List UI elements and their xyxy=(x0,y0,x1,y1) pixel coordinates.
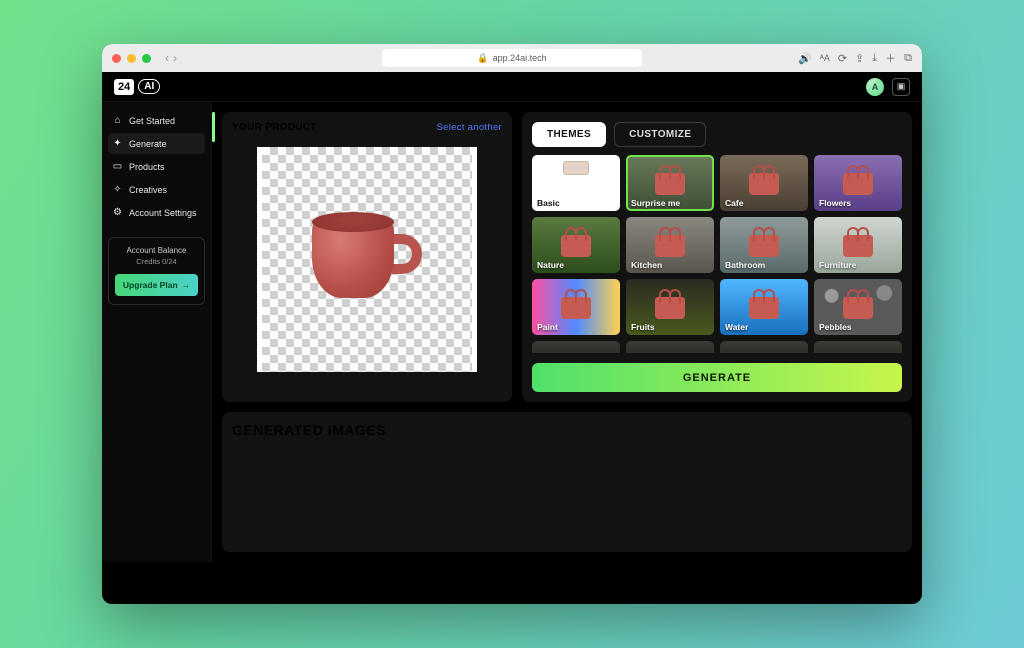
theme-label: Flowers xyxy=(814,195,856,211)
gear-icon: ⚙ xyxy=(112,207,123,218)
sidebar-item-creatives[interactable]: ✧ Creatives xyxy=(108,179,205,200)
sidebar-item-account-settings[interactable]: ⚙ Account Settings xyxy=(108,202,205,223)
theme-label: Paint xyxy=(532,319,563,335)
avatar-initial: A xyxy=(872,82,879,92)
sparkle-icon: ✦ xyxy=(112,138,123,149)
sidebar-item-generate[interactable]: ✦ Generate xyxy=(108,133,205,154)
reader-icon[interactable]: ᴬA xyxy=(820,53,830,63)
theme-label: Bathroom xyxy=(720,257,770,273)
theme-basic[interactable]: Basic xyxy=(532,155,620,211)
url-text: app.24ai.tech xyxy=(493,53,547,63)
theme-label: Fruits xyxy=(626,319,660,335)
product-image xyxy=(312,212,422,307)
select-another-link[interactable]: Select another xyxy=(437,122,502,133)
upgrade-plan-button[interactable]: Upgrade Plan → xyxy=(115,274,198,296)
theme-water[interactable]: Water xyxy=(720,279,808,335)
theme-label: Surprise me xyxy=(626,195,685,211)
panel-toggle-button[interactable]: ▣ xyxy=(892,78,910,96)
refresh-icon[interactable]: ⟳ xyxy=(838,52,847,65)
theme-label: Nature xyxy=(532,257,569,273)
theme-surprise-me[interactable]: Surprise me xyxy=(626,155,714,211)
tab-themes[interactable]: THEMES xyxy=(532,122,606,147)
sidebar-item-label: Generate xyxy=(129,139,167,149)
theme-cafe[interactable]: Cafe xyxy=(720,155,808,211)
product-panel-title: YOUR PRODUCT xyxy=(232,122,317,133)
sidebar: ⌂ Get Started ✦ Generate ▭ Products ✧ Cr… xyxy=(102,102,212,562)
theme-nature[interactable]: Nature xyxy=(532,217,620,273)
sidebar-item-label: Creatives xyxy=(129,185,167,195)
theme-label: Cafe xyxy=(720,195,748,211)
panel-icon: ▣ xyxy=(897,81,906,92)
theme-furniture[interactable]: Furniture xyxy=(814,217,902,273)
volume-icon[interactable]: 🔊 xyxy=(798,52,812,65)
window-zoom[interactable] xyxy=(142,54,151,63)
theme-label: Pebbles xyxy=(814,319,857,335)
generated-images-panel: GENERATED IMAGES xyxy=(222,412,912,552)
theme-label: Furniture xyxy=(814,257,861,273)
plus-icon[interactable]: ＋ xyxy=(885,50,896,66)
share-icon[interactable]: ⇪ xyxy=(855,52,864,65)
app-window: ‹ › ⊘ 🔒 app.24ai.tech 🔊 ᴬA ⟳ ⇪ ⤓ ＋ ⧉ 24 … xyxy=(102,44,922,604)
theme-bathroom[interactable]: Bathroom xyxy=(720,217,808,273)
window-close[interactable] xyxy=(112,54,121,63)
sidebar-item-get-started[interactable]: ⌂ Get Started xyxy=(108,110,205,131)
download-icon[interactable]: ⤓ xyxy=(872,52,877,65)
generated-images-title: GENERATED IMAGES xyxy=(232,422,902,438)
theme-more-row[interactable] xyxy=(814,341,902,353)
logo-primary: 24 xyxy=(114,79,134,95)
theme-fruits[interactable]: Fruits xyxy=(626,279,714,335)
sidebar-item-label: Account Settings xyxy=(129,208,197,218)
theme-more-row[interactable] xyxy=(720,341,808,353)
tabs-icon[interactable]: ⧉ xyxy=(904,52,912,65)
theme-label: Basic xyxy=(532,195,565,211)
balance-credits: Credits 0/24 xyxy=(115,257,198,266)
sidebar-item-label: Get Started xyxy=(129,116,175,126)
wand-icon: ✧ xyxy=(112,184,123,195)
sidebar-item-products[interactable]: ▭ Products xyxy=(108,156,205,177)
box-icon: ▭ xyxy=(112,161,123,172)
tab-customize[interactable]: CUSTOMIZE xyxy=(614,122,706,147)
browser-chrome: ‹ › ⊘ 🔒 app.24ai.tech 🔊 ᴬA ⟳ ⇪ ⤓ ＋ ⧉ xyxy=(102,44,922,72)
balance-card: Account Balance Credits 0/24 Upgrade Pla… xyxy=(108,237,205,305)
upgrade-label: Upgrade Plan xyxy=(123,280,178,290)
logo-secondary: AI xyxy=(138,79,160,94)
theme-more-row[interactable] xyxy=(532,341,620,353)
theme-paint[interactable]: Paint xyxy=(532,279,620,335)
main-content: YOUR PRODUCT Select another xyxy=(212,102,922,562)
product-panel: YOUR PRODUCT Select another xyxy=(222,112,512,402)
url-bar[interactable]: 🔒 app.24ai.tech xyxy=(382,49,642,67)
sidebar-item-label: Products xyxy=(129,162,165,172)
theme-tabbar: THEMES CUSTOMIZE xyxy=(532,122,902,147)
arrow-right-icon: → xyxy=(182,280,191,290)
theme-flowers[interactable]: Flowers xyxy=(814,155,902,211)
generate-button[interactable]: GENERATE xyxy=(532,363,902,392)
theme-grid: Basic Surprise me Cafe xyxy=(532,155,902,353)
balance-title: Account Balance xyxy=(115,246,198,255)
theme-pebbles[interactable]: Pebbles xyxy=(814,279,902,335)
product-preview[interactable] xyxy=(257,147,477,372)
theme-more-row[interactable] xyxy=(626,341,714,353)
nav-back-icon[interactable]: ‹ xyxy=(165,51,169,65)
avatar[interactable]: A xyxy=(866,78,884,96)
nav-forward-icon[interactable]: › xyxy=(173,51,177,65)
theme-label: Water xyxy=(720,319,753,335)
theme-kitchen[interactable]: Kitchen xyxy=(626,217,714,273)
window-minimize[interactable] xyxy=(127,54,136,63)
theme-basic-thumb xyxy=(563,161,589,175)
lock-icon: 🔒 xyxy=(477,53,488,64)
themes-panel: THEMES CUSTOMIZE Basic Surprise me xyxy=(522,112,912,402)
app-logo[interactable]: 24 AI xyxy=(114,79,160,95)
theme-label: Kitchen xyxy=(626,257,667,273)
app-header: 24 AI A ▣ xyxy=(102,72,922,102)
home-icon: ⌂ xyxy=(112,115,123,126)
